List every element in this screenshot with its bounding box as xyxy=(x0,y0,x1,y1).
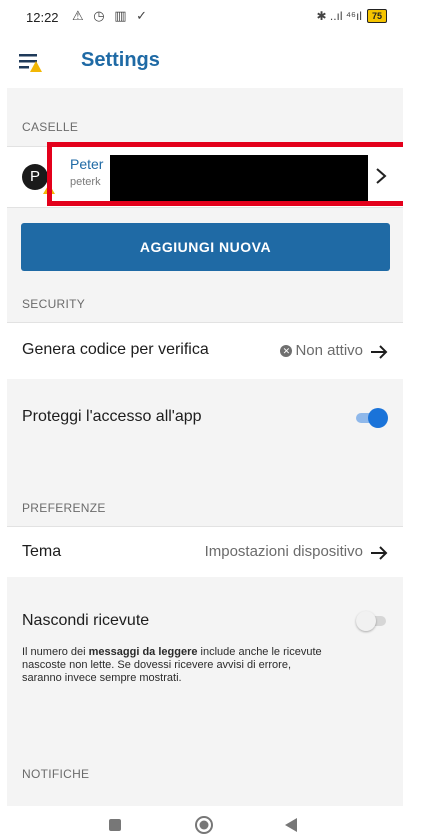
toggle-thumb xyxy=(368,408,388,428)
section-header-notifiche: NOTIFICHE xyxy=(22,767,90,781)
hide-receipts-row[interactable]: Nascondi ricevute Il numero dei messaggi… xyxy=(7,577,403,737)
verify-code-status: ✕ Non attivo xyxy=(280,342,363,359)
close-circle-icon: ✕ xyxy=(280,345,293,357)
back-button[interactable] xyxy=(284,817,298,838)
settings-list[interactable]: CASELLE P Peter peterk AGGIUNGI NUOVA SE… xyxy=(7,88,403,806)
hide-receipts-help: Il numero dei messaggi da leggere includ… xyxy=(22,646,322,685)
protect-access-row[interactable]: Proteggi l'accesso all'app xyxy=(7,379,403,489)
help-text-part: Il numero dei xyxy=(22,646,89,658)
theme-value: Impostazioni dispositivo xyxy=(204,543,363,560)
app-bar: Settings xyxy=(0,36,427,88)
hide-receipts-label: Nascondi ricevute xyxy=(22,612,150,629)
recents-button[interactable] xyxy=(108,818,122,837)
section-header-caselle: CASELLE xyxy=(22,120,79,134)
signal-icons: ✱ ..ıl ⁴⁶ıl xyxy=(316,9,362,23)
arrow-right-icon xyxy=(370,545,388,561)
theme-row[interactable]: Tema Impostazioni dispositivo xyxy=(7,526,403,578)
help-text-bold: messaggi da leggere xyxy=(88,646,198,658)
hide-receipts-toggle[interactable] xyxy=(356,611,388,631)
verify-code-value: Non attivo xyxy=(295,342,363,359)
status-bar: 12:22 ⚠ ◷ ▥ ✓ ✱ ..ıl ⁴⁶ıl 75 xyxy=(0,0,427,36)
protect-access-toggle[interactable] xyxy=(356,408,388,428)
arrow-right-icon xyxy=(370,344,388,360)
add-account-button[interactable]: AGGIUNGI NUOVA xyxy=(21,223,390,271)
verify-code-label: Genera codice per verifica xyxy=(22,341,209,358)
toggle-thumb xyxy=(356,611,376,631)
highlight-box xyxy=(47,142,403,206)
page-title: Settings xyxy=(81,49,160,71)
section-header-preferenze: PREFERENZE xyxy=(22,501,106,515)
theme-label: Tema xyxy=(22,543,62,560)
navigation-bar xyxy=(0,806,427,839)
protect-access-label: Proteggi l'accesso all'app xyxy=(22,408,202,425)
status-time: 12:22 xyxy=(26,10,59,25)
home-button[interactable] xyxy=(194,815,214,840)
system-icons: ✱ ..ıl ⁴⁶ıl 75 xyxy=(316,9,387,23)
notification-icons: ⚠ ◷ ▥ ✓ xyxy=(72,8,151,23)
verify-code-row[interactable]: Genera codice per verifica ✕ Non attivo xyxy=(7,322,403,380)
menu-icon[interactable] xyxy=(19,51,43,73)
battery-icon: 75 xyxy=(366,9,387,23)
section-header-security: SECURITY xyxy=(22,297,86,311)
